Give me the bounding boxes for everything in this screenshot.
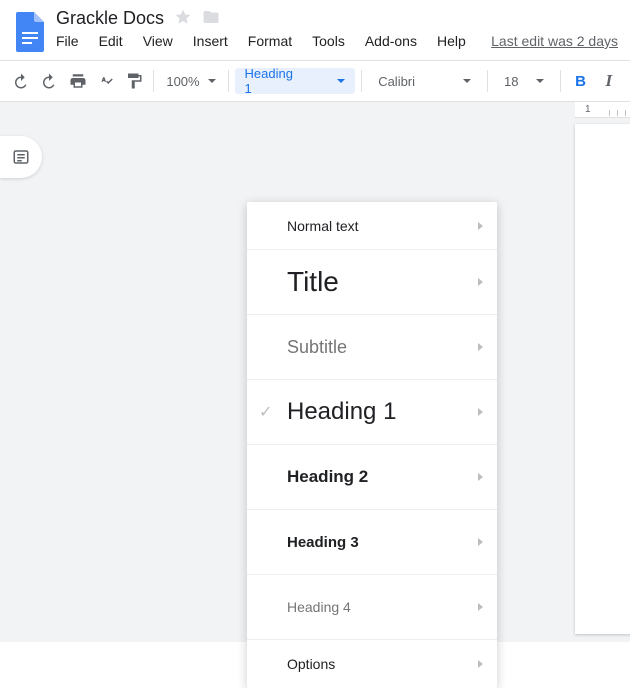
font-value: Calibri xyxy=(378,74,415,89)
caret-down-icon xyxy=(208,79,216,83)
separator xyxy=(153,70,154,92)
style-option-label: Options xyxy=(287,656,478,672)
bold-button[interactable]: B xyxy=(567,67,593,95)
menu-format[interactable]: Format xyxy=(248,33,292,49)
workspace: 1 Normal text Title Subtitle ✓ Heading 1 Head… xyxy=(0,102,630,642)
spellcheck-button[interactable] xyxy=(93,67,119,95)
style-option-label: Heading 2 xyxy=(287,467,478,487)
menu-insert[interactable]: Insert xyxy=(193,33,228,49)
paragraph-style-select[interactable]: Heading 1 xyxy=(235,68,356,94)
caret-down-icon xyxy=(337,79,345,83)
undo-button[interactable] xyxy=(8,67,34,95)
paragraph-styles-dropdown: Normal text Title Subtitle ✓ Heading 1 Headin… xyxy=(247,202,497,688)
paint-format-button[interactable] xyxy=(121,67,147,95)
caret-down-icon xyxy=(536,79,544,83)
style-option-heading-2[interactable]: Heading 2 xyxy=(247,445,497,510)
chevron-right-icon xyxy=(478,408,483,416)
outline-toggle-button[interactable] xyxy=(0,136,42,178)
separator xyxy=(361,70,362,92)
folder-icon[interactable] xyxy=(202,8,220,29)
chevron-right-icon xyxy=(478,660,483,668)
style-option-label: Heading 1 xyxy=(287,398,478,426)
ruler-mark-1: 1 xyxy=(585,104,591,115)
title-row: Grackle Docs xyxy=(56,8,618,29)
size-value: 18 xyxy=(504,74,518,89)
menu-help[interactable]: Help xyxy=(437,33,466,49)
style-option-normal-text[interactable]: Normal text xyxy=(247,202,497,250)
redo-button[interactable] xyxy=(36,67,62,95)
style-option-label: Heading 3 xyxy=(287,534,478,551)
style-option-label: Title xyxy=(287,266,478,298)
print-button[interactable] xyxy=(65,67,91,95)
style-option-heading-4[interactable]: Heading 4 xyxy=(247,575,497,640)
menu-tools[interactable]: Tools xyxy=(312,33,345,49)
menu-view[interactable]: View xyxy=(143,33,173,49)
chevron-right-icon xyxy=(478,343,483,351)
zoom-select[interactable]: 100% xyxy=(160,74,221,89)
document-page[interactable] xyxy=(575,124,630,634)
style-option-label: Heading 4 xyxy=(287,599,478,615)
check-icon: ✓ xyxy=(259,402,272,422)
ruler[interactable]: 1 xyxy=(575,102,630,118)
font-select[interactable]: Calibri xyxy=(368,74,481,89)
last-edit-link[interactable]: Last edit was 2 days xyxy=(491,33,618,49)
menu-addons[interactable]: Add-ons xyxy=(365,33,417,49)
star-icon[interactable] xyxy=(174,8,192,29)
chevron-right-icon xyxy=(478,603,483,611)
menu-edit[interactable]: Edit xyxy=(99,33,123,49)
style-option-options[interactable]: Options xyxy=(247,640,497,688)
docs-logo-icon[interactable] xyxy=(12,10,48,54)
font-size-select[interactable]: 18 xyxy=(494,74,554,89)
toolbar: 100% Heading 1 Calibri 18 B I xyxy=(0,60,630,102)
chevron-right-icon xyxy=(478,278,483,286)
style-option-subtitle[interactable]: Subtitle xyxy=(247,315,497,380)
menu-file[interactable]: File xyxy=(56,33,79,49)
header-content: Grackle Docs File Edit View Insert Forma… xyxy=(56,8,618,49)
zoom-value: 100% xyxy=(166,74,199,89)
style-value: Heading 1 xyxy=(245,66,298,96)
menubar: File Edit View Insert Format Tools Add-o… xyxy=(56,33,618,49)
separator xyxy=(487,70,488,92)
italic-button[interactable]: I xyxy=(596,67,622,95)
header: Grackle Docs File Edit View Insert Forma… xyxy=(0,0,630,54)
style-option-heading-3[interactable]: Heading 3 xyxy=(247,510,497,575)
chevron-right-icon xyxy=(478,538,483,546)
style-option-label: Normal text xyxy=(287,218,478,234)
style-option-heading-1[interactable]: ✓ Heading 1 xyxy=(247,380,497,445)
caret-down-icon xyxy=(463,79,471,83)
separator xyxy=(228,70,229,92)
outline-icon xyxy=(12,148,30,166)
style-option-title[interactable]: Title xyxy=(247,250,497,315)
separator xyxy=(560,70,561,92)
chevron-right-icon xyxy=(478,473,483,481)
chevron-right-icon xyxy=(478,222,483,230)
document-title[interactable]: Grackle Docs xyxy=(56,8,164,29)
style-option-label: Subtitle xyxy=(287,337,478,358)
